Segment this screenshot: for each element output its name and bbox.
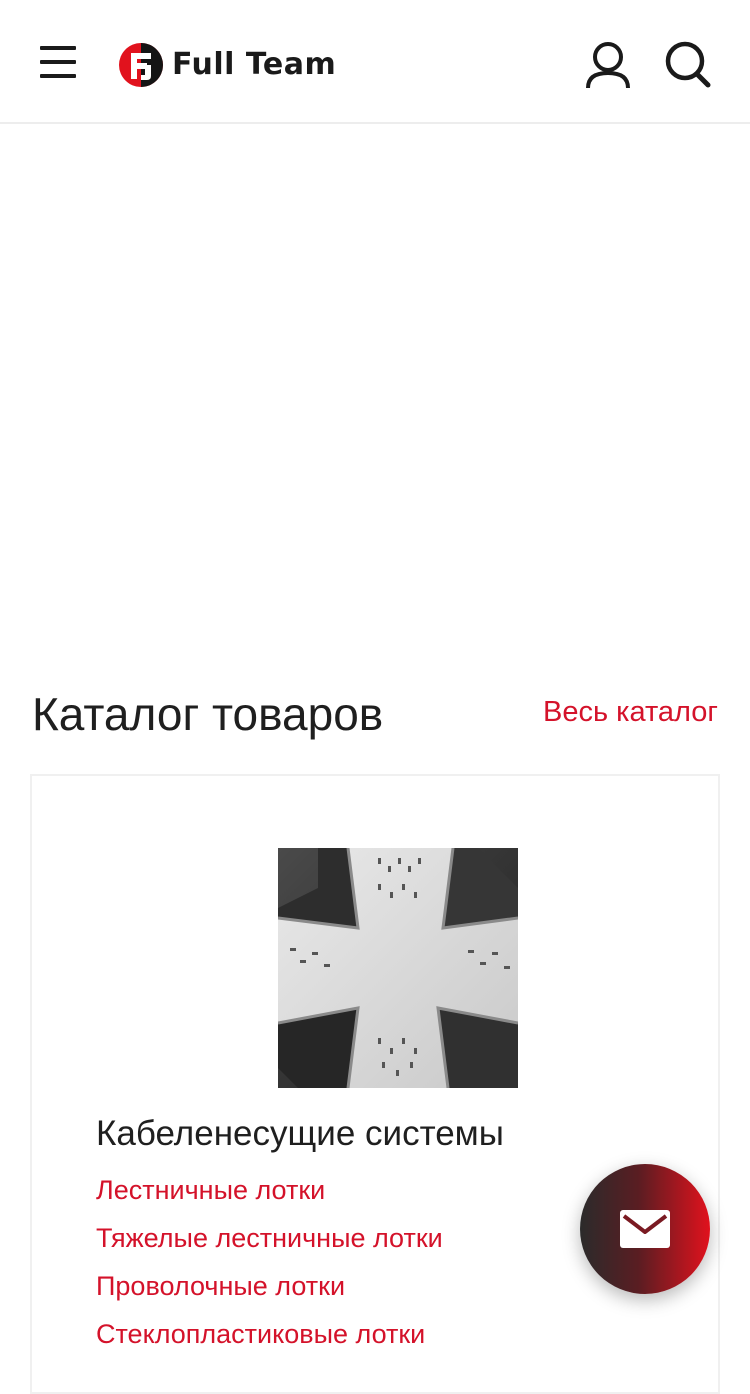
category-link[interactable]: Проволочные лотки [96, 1262, 443, 1310]
cable-tray-cross-image[interactable] [278, 848, 518, 1088]
hero-banner-area [0, 124, 750, 654]
mail-icon [620, 1210, 670, 1248]
category-link[interactable]: Тяжелые лестничные лотки [96, 1214, 443, 1262]
full-team-logo-mark [119, 43, 163, 87]
user-icon[interactable] [584, 40, 632, 90]
hamburger-menu-icon[interactable] [38, 40, 80, 84]
category-card: Кабеленесущие системы Лестничные лотки Т… [30, 774, 720, 1394]
contact-fab-button[interactable] [580, 1164, 710, 1294]
site-header: Full Team [0, 0, 750, 124]
logo-text: Full Team [172, 47, 337, 82]
category-links-list: Лестничные лотки Тяжелые лестничные лотк… [96, 1166, 443, 1358]
category-link[interactable]: Стеклопластиковые лотки [96, 1310, 443, 1358]
category-title[interactable]: Кабеленесущие системы [96, 1110, 504, 1158]
category-link[interactable]: Лестничные лотки [96, 1166, 443, 1214]
catalog-title: Каталог товаров [32, 688, 384, 740]
all-catalog-link[interactable]: Весь каталог [543, 692, 718, 732]
search-icon[interactable] [664, 40, 712, 90]
site-logo[interactable]: Full Team [118, 41, 336, 89]
